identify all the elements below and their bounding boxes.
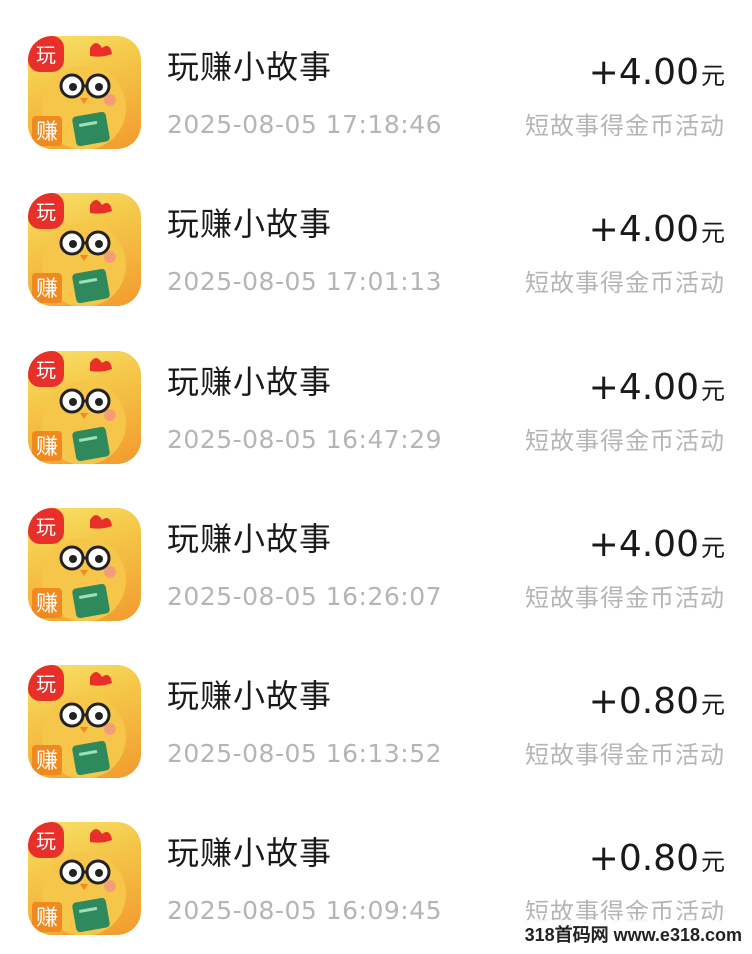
description: 短故事得金币活动 [525,269,725,297]
amount-unit: 元 [701,219,725,247]
description: 短故事得金币活动 [525,112,725,140]
amount-value: +4.00 [588,209,699,250]
badge-top-text: 玩 [36,358,56,382]
amount: +4.00元 [589,367,725,408]
amount-unit: 元 [701,62,725,90]
list-item[interactable]: 玩 赚 玩赚小故事 2025-08-05 17:01:13 +4.00元 短故事… [0,157,752,315]
badge-bottom-text: 赚 [36,749,58,774]
amount-value: +4.00 [588,524,699,565]
chick-icon: 玩 赚 [28,36,126,149]
amount-unit: 元 [701,848,725,876]
app-icon: 玩 赚 [28,351,141,464]
badge-bottom-text: 赚 [36,592,58,617]
badge-bottom-text: 赚 [36,435,58,460]
app-icon: 玩 赚 [28,508,141,621]
amount-unit: 元 [701,691,725,719]
chick-icon: 玩 赚 [28,193,126,306]
badge-top-text: 玩 [36,672,56,696]
list-item[interactable]: 玩 赚 玩赚小故事 2025-08-05 16:13:52 +0.80元 短故事… [0,629,752,787]
app-name: 玩赚小故事 [167,677,333,715]
chick-icon: 玩 赚 [28,822,126,935]
badge-bottom-text: 赚 [36,120,58,145]
app-icon: 玩 赚 [28,193,141,306]
app-name: 玩赚小故事 [167,205,333,243]
amount-unit: 元 [701,534,725,562]
app-icon: 玩 赚 [28,665,141,778]
app-name: 玩赚小故事 [167,48,333,86]
badge-top-text: 玩 [36,515,56,539]
timestamp: 2025-08-05 16:47:29 [167,425,443,454]
badge-top-text: 玩 [36,43,56,67]
amount: +0.80元 [589,681,725,722]
amount: +4.00元 [589,209,725,250]
amount: +0.80元 [589,838,725,879]
app-name: 玩赚小故事 [167,834,333,872]
timestamp: 2025-08-05 17:18:46 [167,110,443,139]
chick-icon: 玩 赚 [28,351,126,464]
description: 短故事得金币活动 [525,741,725,769]
amount-value: +0.80 [588,838,699,879]
timestamp: 2025-08-05 16:26:07 [167,582,443,611]
app-icon: 玩 赚 [28,822,141,935]
chick-icon: 玩 赚 [28,508,126,621]
chick-icon: 玩 赚 [28,665,126,778]
badge-bottom-text: 赚 [36,906,58,931]
watermark: 318首码网 www.e318.com [520,920,746,948]
app-name: 玩赚小故事 [167,363,333,401]
description: 短故事得金币活动 [525,584,725,612]
amount-value: +4.00 [588,52,699,93]
list-item[interactable]: 玩 赚 玩赚小故事 2025-08-05 17:18:46 +4.00元 短故事… [0,0,752,158]
list-item[interactable]: 玩 赚 玩赚小故事 2025-08-05 16:26:07 +4.00元 短故事… [0,472,752,630]
amount: +4.00元 [589,52,725,93]
list-item[interactable]: 玩 赚 玩赚小故事 2025-08-05 16:47:29 +4.00元 短故事… [0,315,752,473]
amount-value: +0.80 [588,681,699,722]
amount-value: +4.00 [588,367,699,408]
timestamp: 2025-08-05 16:09:45 [167,896,443,925]
timestamp: 2025-08-05 17:01:13 [167,267,443,296]
description: 短故事得金币活动 [525,427,725,455]
timestamp: 2025-08-05 16:13:52 [167,739,443,768]
app-name: 玩赚小故事 [167,520,333,558]
app-icon: 玩 赚 [28,36,141,149]
badge-top-text: 玩 [36,829,56,853]
amount: +4.00元 [589,524,725,565]
amount-unit: 元 [701,377,725,405]
badge-top-text: 玩 [36,200,56,224]
badge-bottom-text: 赚 [36,277,58,302]
